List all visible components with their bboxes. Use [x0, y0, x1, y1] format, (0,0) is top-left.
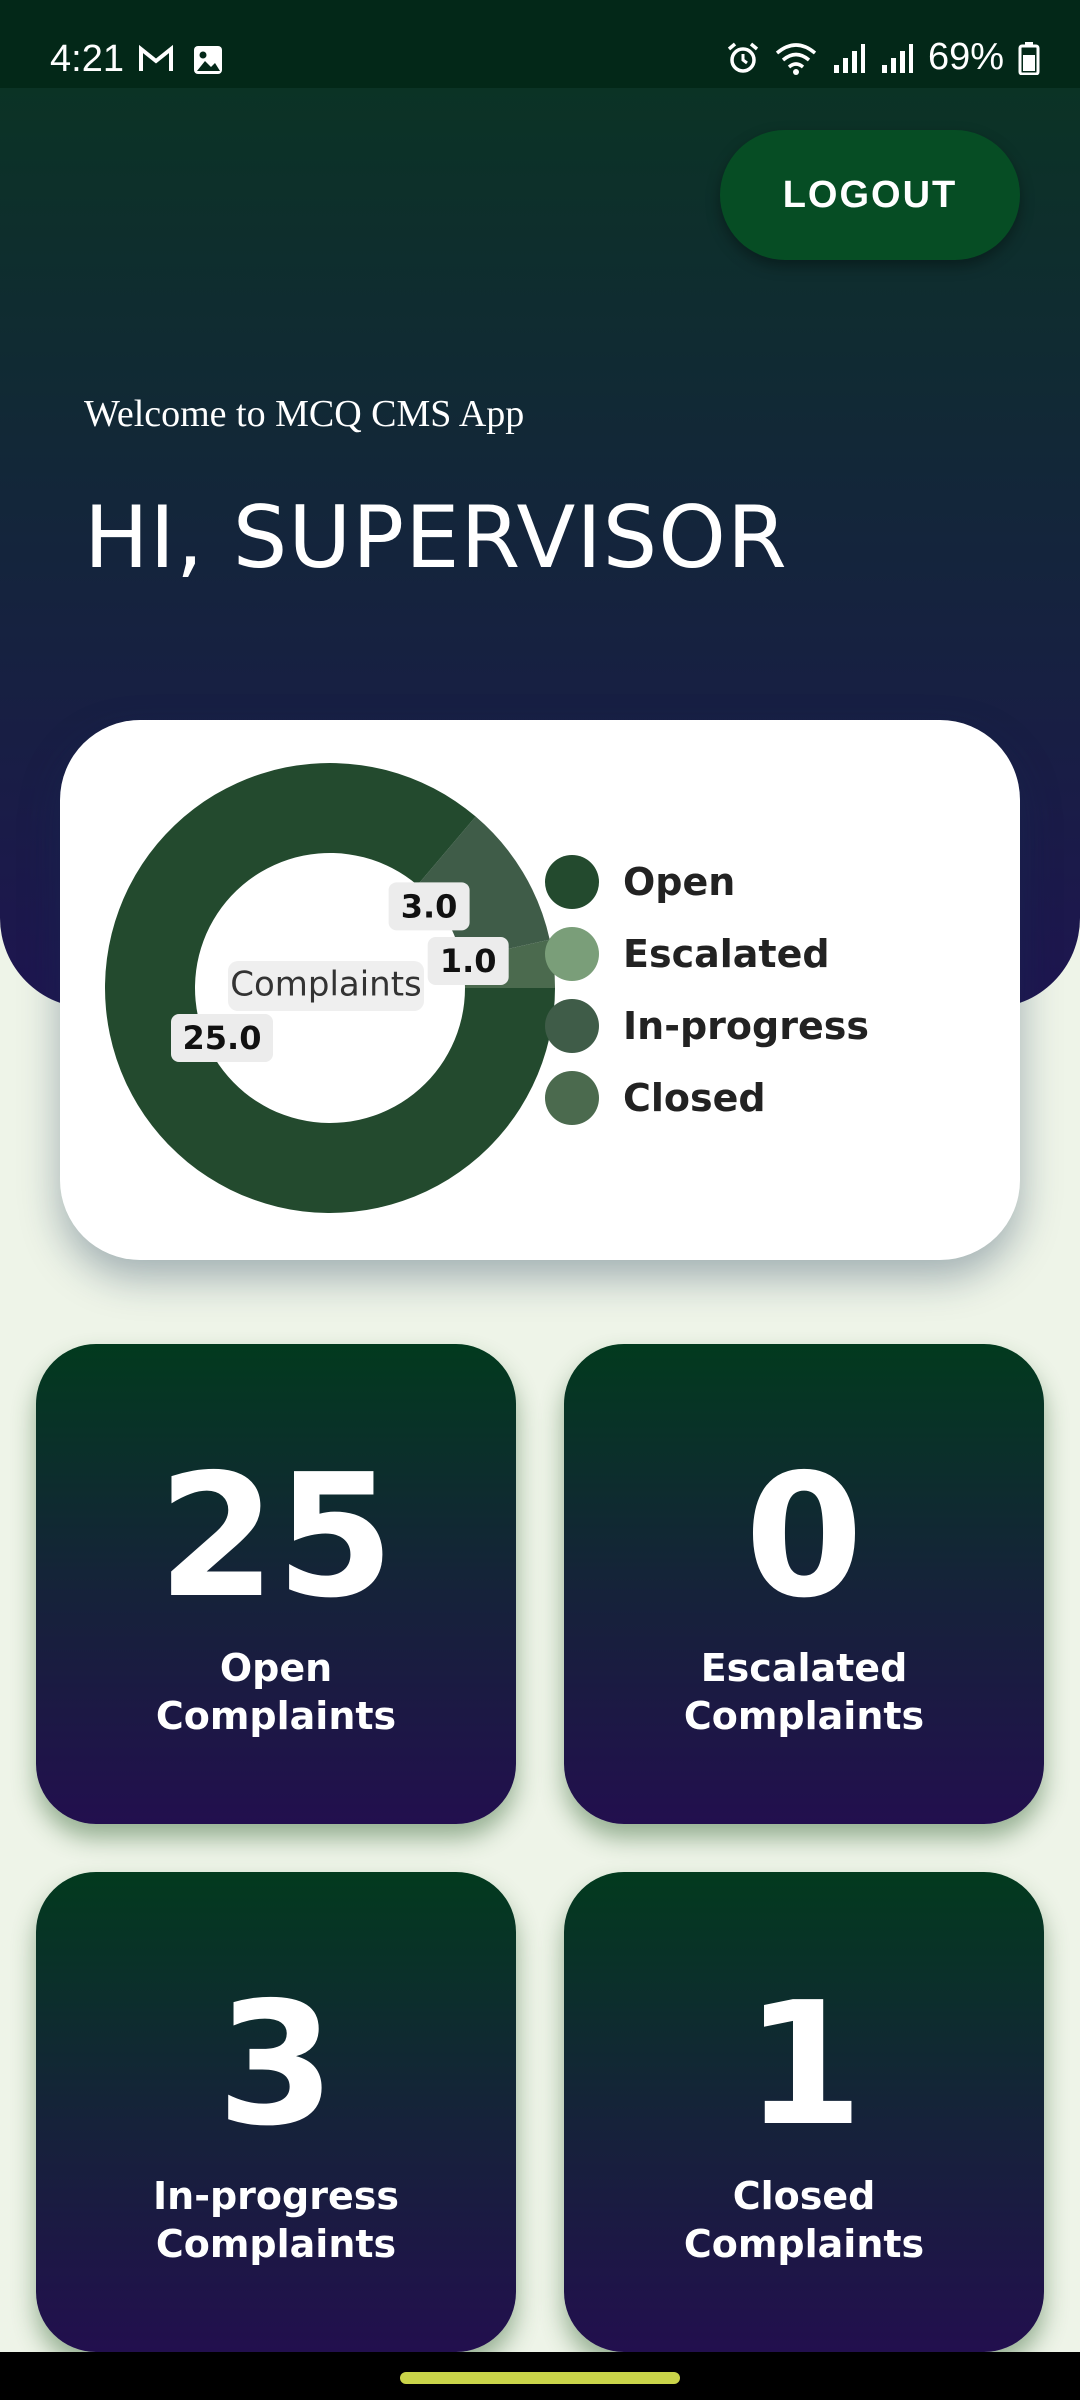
legend-label: Escalated [623, 932, 830, 976]
in-progress-count: 3 [216, 1966, 336, 2164]
home-gesture-handle[interactable] [400, 2372, 680, 2384]
open-label: Open Complaints [76, 1644, 476, 1740]
svg-text:1.0: 1.0 [440, 942, 497, 980]
in-progress-label-line1: In-progress [153, 2174, 399, 2218]
legend-item-escalated: Escalated [545, 924, 830, 984]
svg-text:3.0: 3.0 [401, 887, 458, 925]
closed-count: 1 [744, 1966, 864, 2164]
closed-label-line2: Complaints [683, 2222, 925, 2266]
gmail-icon [139, 44, 173, 71]
legend-label: Open [623, 860, 736, 904]
legend-swatch [545, 927, 599, 981]
battery-percent: 69% [927, 36, 1004, 78]
status-bar: 4:21 69% [0, 0, 1080, 88]
legend-swatch [545, 855, 599, 909]
legend-item-closed: Closed [545, 1068, 766, 1128]
welcome-text: Welcome to MCQ CMS App [84, 393, 525, 435]
escalated-label-line1: Escalated [700, 1646, 908, 1690]
data-label-in-progress: 3.0 [388, 882, 470, 931]
complaints-donut-chart: Complaints 1.0 3.0 25.0 [104, 763, 555, 1213]
data-label-closed: 1.0 [427, 936, 509, 985]
open-count: 25 [157, 1438, 395, 1636]
in-progress-label: In-progress Complaints [76, 2172, 476, 2268]
escalated-count: 0 [744, 1438, 864, 1636]
legend-swatch [545, 1071, 599, 1125]
legend-item-open: Open [545, 852, 735, 912]
greeting-title: HI, SUPERVISOR [84, 488, 788, 588]
logout-button[interactable]: LOGOUT [720, 130, 1020, 260]
data-label-open: 25.0 [171, 1014, 273, 1062]
alarm-icon [727, 42, 759, 73]
battery-icon [1018, 41, 1040, 75]
closed-label-line1: Closed [732, 2174, 876, 2218]
legend-item-in-progress: In-progress [545, 996, 869, 1056]
legend-label: Closed [623, 1076, 766, 1120]
closed-label: Closed Complaints [604, 2172, 1004, 2268]
signal-icon [881, 43, 913, 73]
open-label-line2: Complaints [155, 1694, 397, 1738]
escalated-label-line2: Complaints [683, 1694, 925, 1738]
status-time: 4:21 [50, 38, 124, 80]
svg-text:25.0: 25.0 [183, 1019, 262, 1057]
in-progress-complaints-card[interactable]: 3 In-progress Complaints [36, 1872, 516, 2352]
open-label-line1: Open [219, 1646, 333, 1690]
gallery-icon [194, 46, 222, 74]
wifi-icon [775, 42, 817, 75]
legend-label: In-progress [623, 1004, 869, 1048]
escalated-label: Escalated Complaints [604, 1644, 1004, 1740]
signal-icon [833, 43, 865, 73]
escalated-complaints-card[interactable]: 0 Escalated Complaints [564, 1344, 1044, 1824]
legend-swatch [545, 999, 599, 1053]
complaints-chart-card: Complaints 1.0 3.0 25.0 [60, 720, 1020, 1260]
closed-complaints-card[interactable]: 1 Closed Complaints [564, 1872, 1044, 2352]
open-complaints-card[interactable]: 25 Open Complaints [36, 1344, 516, 1824]
center-label: Complaints [230, 965, 422, 1005]
in-progress-label-line2: Complaints [155, 2222, 397, 2266]
